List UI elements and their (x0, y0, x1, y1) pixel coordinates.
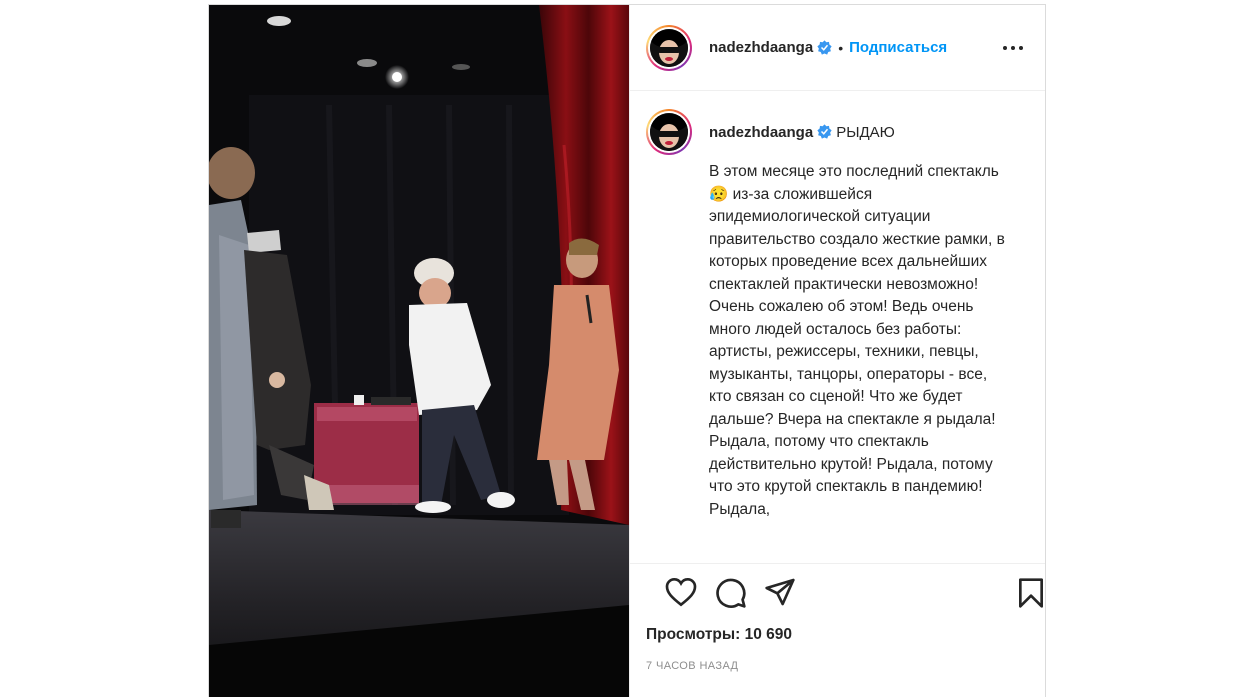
post-sidebar: nadezhdaanga • Подписаться nadezhdaanga … (629, 5, 1045, 697)
avatar[interactable] (646, 24, 692, 71)
follow-button[interactable]: Подписаться (849, 39, 947, 56)
comment-icon[interactable] (715, 577, 747, 609)
verified-badge-icon (817, 40, 832, 55)
post-header: nadezhdaanga • Подписаться (630, 5, 1045, 91)
caption: nadezhdaanga РЫДАЮ В этом месяце это пос… (646, 109, 1029, 521)
view-count[interactable]: Просмотры: 10 690 (646, 626, 1029, 644)
bookmark-icon[interactable] (1016, 577, 1046, 609)
post-actions: Просмотры: 10 690 7 часов назад (630, 563, 1045, 698)
more-options-icon[interactable] (1003, 39, 1023, 57)
separator-dot: • (838, 39, 844, 56)
heart-icon[interactable] (665, 577, 697, 607)
avatar-image (650, 28, 688, 67)
verified-badge-icon (817, 124, 832, 139)
caption-area: nadezhdaanga РЫДАЮ В этом месяце это пос… (630, 91, 1045, 563)
caption-avatar-image (650, 113, 688, 151)
share-icon[interactable] (764, 577, 796, 607)
caption-title: РЫДАЮ (836, 124, 895, 141)
theater-stage-image (209, 5, 629, 697)
instagram-post: nadezhdaanga • Подписаться nadezhdaanga … (208, 4, 1046, 697)
caption-username[interactable]: nadezhdaanga (709, 124, 813, 141)
caption-text: В этом месяце это последний спектакль😥 и… (709, 163, 1005, 518)
post-timestamp[interactable]: 7 часов назад (646, 660, 1029, 672)
caption-avatar[interactable] (646, 109, 692, 155)
post-video[interactable] (209, 5, 629, 697)
username-link[interactable]: nadezhdaanga (709, 39, 813, 56)
